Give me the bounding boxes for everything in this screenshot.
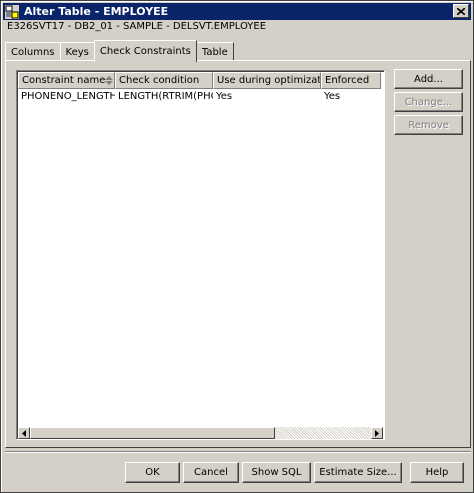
scroll-thumb[interactable] <box>30 427 275 439</box>
scroll-track[interactable] <box>30 427 371 439</box>
window-title: Alter Table - EMPLOYEE <box>24 5 169 18</box>
help-button[interactable]: Help <box>410 462 464 483</box>
remove-button[interactable]: Remove <box>394 115 463 135</box>
grid-header: Constraint name Check condition Use duri… <box>18 72 384 89</box>
add-button[interactable]: Add... <box>394 69 463 89</box>
tab-label: Table <box>201 46 228 58</box>
arrow-left-icon <box>22 429 26 437</box>
check-constraints-panel: Constraint name Check condition Use duri… <box>5 60 471 448</box>
column-header-use-during-optimization[interactable]: Use during optimization <box>213 72 321 89</box>
tab-label: Check Constraints <box>99 46 191 57</box>
column-header-label: Check condition <box>119 75 200 86</box>
remove-button-label: Remove <box>408 119 449 131</box>
column-header-enforced[interactable]: Enforced <box>321 72 381 89</box>
tab-label: Columns <box>11 46 55 58</box>
estimate-size-button-label: Estimate Size... <box>319 467 397 478</box>
show-sql-button-label: Show SQL <box>251 467 302 478</box>
column-header-label: Constraint name <box>22 75 106 86</box>
close-button[interactable] <box>453 4 469 18</box>
table-icon <box>5 4 19 19</box>
tab-label: Keys <box>65 46 89 58</box>
footer-divider <box>5 451 471 453</box>
cancel-button[interactable]: Cancel <box>183 462 239 483</box>
title-bar[interactable]: Alter Table - EMPLOYEE <box>3 3 471 20</box>
column-header-label: Enforced <box>325 75 370 86</box>
column-header-constraint-name[interactable]: Constraint name <box>18 72 115 89</box>
show-sql-button[interactable]: Show SQL <box>242 462 311 483</box>
constraints-grid[interactable]: Constraint name Check condition Use duri… <box>16 70 385 440</box>
column-header-label: Use during optimization <box>217 75 321 86</box>
tab-table[interactable]: Table <box>195 42 234 61</box>
sort-icon <box>105 76 114 85</box>
tab-check-constraints[interactable]: Check Constraints <box>93 40 197 62</box>
table-row[interactable]: PHONENO_LENGTH LENGTH(RTRIM(PHO... Yes Y… <box>18 90 384 105</box>
cancel-button-label: Cancel <box>194 467 228 478</box>
change-button-label: Change... <box>404 96 453 108</box>
alter-table-dialog: Alter Table - EMPLOYEE E326SVT17 - DB2_0… <box>0 0 474 493</box>
scroll-left-button[interactable] <box>18 427 30 439</box>
change-button[interactable]: Change... <box>394 92 463 112</box>
column-header-check-condition[interactable]: Check condition <box>115 72 213 89</box>
horizontal-scrollbar[interactable] <box>18 427 383 439</box>
tab-columns[interactable]: Columns <box>5 42 61 61</box>
cell-constraint-name: PHONENO_LENGTH <box>21 91 115 102</box>
add-button-label: Add... <box>414 73 443 85</box>
cell-use-during-optimization: Yes <box>216 91 233 102</box>
cell-enforced: Yes <box>324 91 341 102</box>
tab-strip: Columns Keys Check Constraints Table <box>5 39 234 62</box>
scroll-right-button[interactable] <box>371 427 383 439</box>
cell-check-condition: LENGTH(RTRIM(PHO... <box>118 91 213 102</box>
help-button-label: Help <box>425 467 449 478</box>
close-icon <box>457 7 465 15</box>
ok-button-label: OK <box>145 467 160 478</box>
estimate-size-button[interactable]: Estimate Size... <box>314 462 402 483</box>
arrow-right-icon <box>375 429 379 437</box>
object-path: E326SVT17 - DB2_01 - SAMPLE - DELSVT.EMP… <box>7 21 267 32</box>
tab-keys[interactable]: Keys <box>59 42 95 61</box>
ok-button[interactable]: OK <box>125 462 180 483</box>
